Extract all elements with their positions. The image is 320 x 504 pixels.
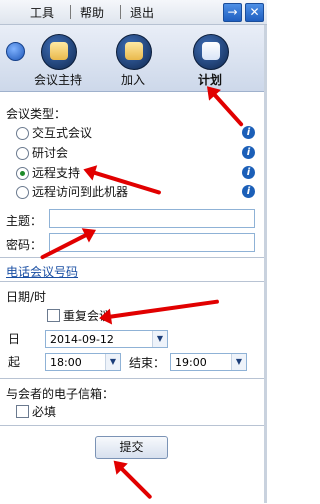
annotation-arrow [118,465,153,500]
divider [0,425,267,426]
phone-conference-link[interactable]: 电话会议号码 [6,263,78,280]
menu-separator [120,5,121,19]
menu-help[interactable]: 帮助 [80,4,104,21]
menu-tools[interactable]: 工具 [30,4,54,21]
date-value: 2014-09-12 [50,333,114,346]
radio-label: 远程支持 [32,166,81,180]
close-button[interactable]: ✕ [245,3,264,22]
date-label: 日 [8,332,21,346]
divider [0,378,267,379]
radio-label: 远程访问到此机器 [32,185,129,199]
repeat-meeting-checkbox[interactable] [47,309,60,322]
password-label: 密码： [6,238,43,252]
menu-exit[interactable]: 退出 [130,4,154,21]
date-dropdown[interactable]: 2014-09-12 ▼ [45,330,168,348]
annotation-arrow [107,299,220,319]
info-icon[interactable]: i [242,185,255,198]
divider [0,281,267,282]
people-icon [125,42,143,60]
person-icon [50,42,68,60]
meeting-type-label: 会议类型： [6,107,67,121]
required-label: 必填 [32,405,57,419]
radio-remote-access[interactable] [16,186,29,199]
end-label: 结束： [129,356,166,370]
radio-label: 研讨会 [32,146,69,160]
menu-separator [70,5,71,19]
attendee-email-label: 与会者的电子信箱： [6,387,115,401]
tab-join[interactable]: 加入 [121,71,145,88]
chevron-down-icon: ▼ [105,354,120,370]
end-time-dropdown[interactable]: 19:00 ▼ [170,353,247,371]
start-time-value: 18:00 [50,356,82,369]
collapse-arrow-button[interactable]: → [223,3,242,22]
tab-host-meeting[interactable]: 会议主持 [34,71,82,88]
start-time-dropdown[interactable]: 18:00 ▼ [45,353,121,371]
chevron-down-icon: ▼ [152,331,167,347]
topic-input[interactable] [49,209,255,228]
join-meeting-icon[interactable] [116,34,152,70]
top-menu-bar: 工具 帮助 退出 → ✕ [0,0,267,25]
date-time-label: 日期/时 [6,290,47,304]
host-meeting-icon[interactable] [41,34,77,70]
radio-interactive-meeting[interactable] [16,127,29,140]
info-icon[interactable]: i [242,166,255,179]
calendar-icon [202,42,220,60]
end-time-value: 19:00 [175,356,207,369]
scrollbar[interactable] [264,25,267,503]
info-icon[interactable]: i [242,146,255,159]
radio-label: 交互式会议 [32,126,93,140]
home-icon[interactable] [6,42,25,61]
topic-label: 主题： [6,214,43,228]
submit-button[interactable]: 提交 [95,436,168,459]
radio-remote-support[interactable] [16,167,29,180]
schedule-calendar-icon[interactable] [193,34,229,70]
annotation-arrow [211,91,244,128]
radio-seminar[interactable] [16,147,29,160]
start-label: 起 [8,355,21,369]
chevron-down-icon: ▼ [231,354,246,370]
info-icon[interactable]: i [242,126,255,139]
required-checkbox[interactable] [16,405,29,418]
